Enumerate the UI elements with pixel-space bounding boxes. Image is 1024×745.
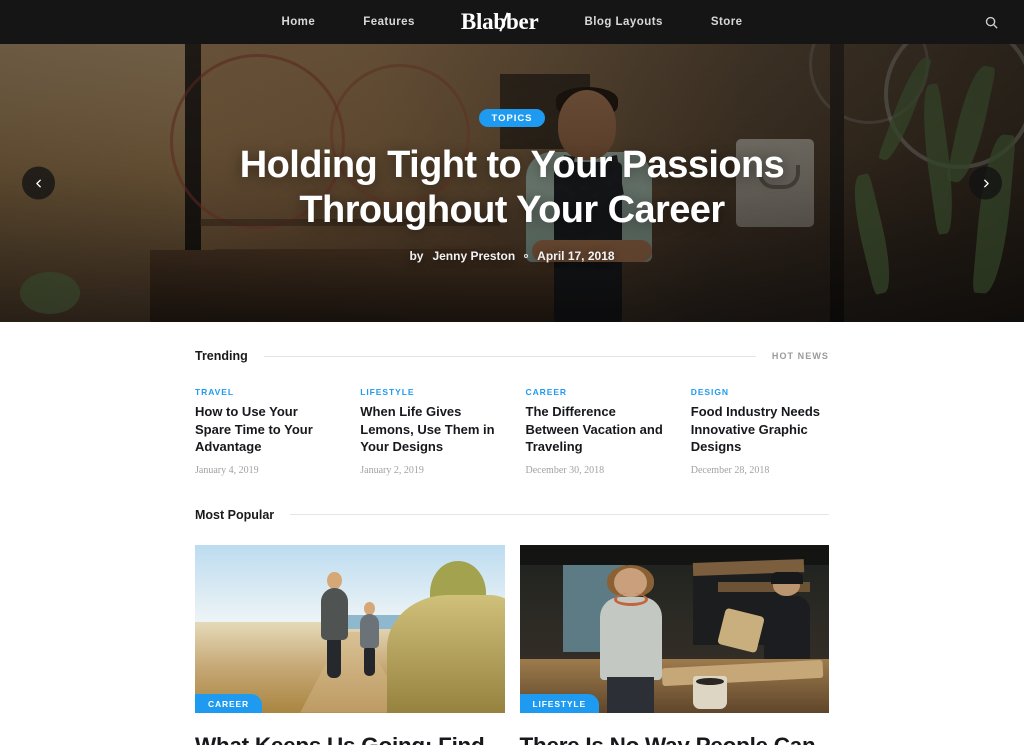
article-title[interactable]: What Keeps Us Going: Find Your Way and M… (195, 732, 505, 745)
hero-date: April 17, 2018 (537, 248, 615, 263)
trending-section: Trending HOT NEWS TRAVEL How to Use Your… (0, 322, 1024, 745)
most-popular-header: Most Popular (195, 476, 829, 522)
trending-category[interactable]: CAREER (526, 387, 664, 397)
search-icon[interactable] (980, 11, 1002, 33)
nav-item-home[interactable]: Home (257, 16, 339, 28)
trending-item-date: December 28, 2018 (690, 464, 770, 476)
trending-title: Trending (195, 349, 248, 363)
list-item: DESIGN Food Industry Needs Innovative Gr… (691, 387, 829, 476)
hero-meta: by Jenny Preston April 17, 2018 (409, 249, 614, 263)
meta-separator-dot (524, 253, 529, 258)
hot-news-label: HOT NEWS (771, 351, 829, 361)
hero-content: TOPICS Holding Tight to Your Passions Th… (0, 44, 1024, 322)
main-navigation: Home Features Blabber Blog Layouts Store (257, 9, 766, 35)
section-divider (290, 514, 829, 516)
article-card: CAREER What Keeps Us Going: Find Your Wa… (195, 544, 505, 745)
trending-item-date: January 4, 2019 (195, 464, 259, 476)
list-item: CAREER The Difference Between Vacation a… (526, 387, 664, 476)
trending-header: Trending HOT NEWS (195, 322, 829, 363)
nav-item-blog-layouts[interactable]: Blog Layouts (560, 16, 686, 28)
section-divider (263, 355, 756, 357)
hero-prev-button[interactable] (22, 166, 55, 200)
trending-item-title[interactable]: How to Use Your Spare Time to Your Advan… (195, 403, 333, 456)
hero-category-badge[interactable]: TOPICS (478, 109, 546, 128)
trending-category[interactable]: DESIGN (691, 387, 829, 397)
trending-item-date: December 30, 2018 (525, 464, 605, 476)
hero-title[interactable]: Holding Tight to Your Passions Throughou… (192, 143, 832, 231)
article-title[interactable]: There Is No Way People Can Take This Awa… (520, 732, 830, 745)
nav-item-store[interactable]: Store (687, 16, 767, 28)
article-thumbnail[interactable]: LIFESTYLE (519, 544, 829, 713)
trending-item-date: January 2, 2019 (360, 464, 424, 476)
list-item: LIFESTYLE When Life Gives Lemons, Use Th… (360, 387, 498, 476)
trending-item-title[interactable]: The Difference Between Vacation and Trav… (526, 403, 664, 456)
hero-author[interactable]: Jenny Preston (432, 249, 515, 263)
trending-list: TRAVEL How to Use Your Spare Time to You… (195, 363, 829, 476)
nav-item-features[interactable]: Features (339, 16, 439, 28)
site-header: Home Features Blabber Blog Layouts Store (0, 0, 1024, 44)
list-item: TRAVEL How to Use Your Spare Time to You… (195, 387, 333, 476)
most-popular-cards: CAREER What Keeps Us Going: Find Your Wa… (195, 522, 829, 745)
article-category-badge[interactable]: CAREER (195, 693, 262, 713)
article-category-badge[interactable]: LIFESTYLE (519, 693, 599, 713)
most-popular-title: Most Popular (195, 507, 275, 522)
hero-byline-prefix: by (409, 248, 424, 263)
trending-category[interactable]: TRAVEL (195, 387, 333, 397)
site-logo[interactable]: Blabber (439, 9, 561, 35)
trending-category[interactable]: LIFESTYLE (360, 387, 498, 397)
trending-item-title[interactable]: Food Industry Needs Innovative Graphic D… (691, 403, 829, 456)
article-thumbnail[interactable]: CAREER (195, 544, 505, 713)
hero-slider: TOPICS Holding Tight to Your Passions Th… (0, 44, 1024, 322)
hero-next-button[interactable] (969, 166, 1002, 200)
article-card: LIFESTYLE There Is No Way People Can Tak… (519, 544, 830, 745)
trending-item-title[interactable]: When Life Gives Lemons, Use Them in Your… (360, 403, 498, 456)
